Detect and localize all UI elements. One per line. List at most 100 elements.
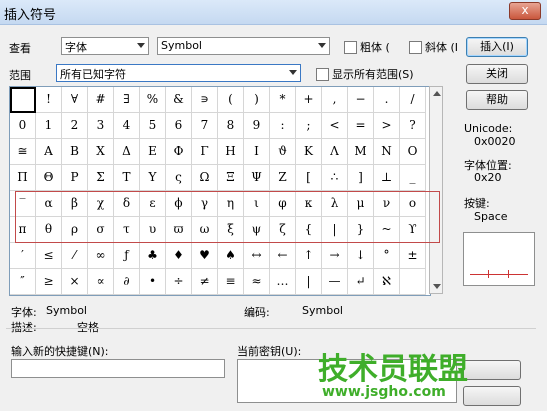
symbol-cell[interactable]: α bbox=[36, 191, 62, 217]
symbol-cell[interactable]: ι bbox=[244, 191, 270, 217]
symbol-cell[interactable]: ⁄ bbox=[62, 243, 88, 269]
symbol-cell[interactable]: Ν bbox=[374, 139, 400, 165]
symbol-cell[interactable]: ρ bbox=[62, 217, 88, 243]
symbol-cell[interactable]: ς bbox=[166, 165, 192, 191]
symbol-cell[interactable]: ± bbox=[400, 243, 426, 269]
symbol-cell[interactable]: 3 bbox=[88, 113, 114, 139]
symbol-cell[interactable]: Σ bbox=[88, 165, 114, 191]
symbol-cell[interactable]: Ο bbox=[400, 139, 426, 165]
symbol-cell[interactable]: χ bbox=[88, 191, 114, 217]
symbol-cell[interactable]: 5 bbox=[140, 113, 166, 139]
symbol-cell[interactable]: δ bbox=[114, 191, 140, 217]
symbol-cell[interactable]: ≡ bbox=[218, 269, 244, 295]
symbol-cell[interactable]: ) bbox=[244, 87, 270, 113]
symbol-cell[interactable]: φ bbox=[270, 191, 296, 217]
symbol-cell[interactable]: × bbox=[62, 269, 88, 295]
symbol-cell[interactable]: Χ bbox=[88, 139, 114, 165]
symbol-cell[interactable]: | bbox=[296, 269, 322, 295]
symbol-cell[interactable]: Δ bbox=[114, 139, 140, 165]
symbol-cell[interactable]: ∝ bbox=[88, 269, 114, 295]
symbol-cell[interactable]: & bbox=[166, 87, 192, 113]
symbol-cell[interactable]: 7 bbox=[192, 113, 218, 139]
symbol-cell[interactable]: = bbox=[348, 113, 374, 139]
symbol-cell[interactable]: * bbox=[270, 87, 296, 113]
symbol-cell[interactable]: ≠ bbox=[192, 269, 218, 295]
symbol-grid[interactable]: ! ∀ # ∃% & ∍() * +, −./0 1 2 3 4 5 6 7 8 9:; < = >? ≅ Α Β Χ Δ Ε Φ Γ Η… bbox=[9, 86, 431, 296]
new-shortcut-input[interactable] bbox=[11, 359, 225, 378]
symbol-cell[interactable]: ζ bbox=[270, 217, 296, 243]
symbol-cell[interactable]: : bbox=[270, 113, 296, 139]
symbol-cell[interactable]: ∃ bbox=[114, 87, 140, 113]
symbol-cell[interactable]: ↑ bbox=[296, 243, 322, 269]
symbol-cell[interactable]: θ bbox=[36, 217, 62, 243]
symbol-cell[interactable]: ∂ bbox=[114, 269, 140, 295]
symbol-cell[interactable]: ] bbox=[348, 165, 374, 191]
symbol-cell[interactable]: Π bbox=[10, 165, 36, 191]
symbol-cell[interactable]: [ bbox=[296, 165, 322, 191]
symbol-cell[interactable]: ∞ bbox=[88, 243, 114, 269]
symbol-cell[interactable]: … bbox=[270, 269, 296, 295]
font-name-select[interactable]: Symbol bbox=[157, 37, 330, 55]
symbol-cell[interactable]: ≈ bbox=[244, 269, 270, 295]
symbol-cell[interactable]: 2 bbox=[62, 113, 88, 139]
symbol-cell[interactable]: . bbox=[374, 87, 400, 113]
symbol-cell[interactable]: 6 bbox=[166, 113, 192, 139]
grid-scrollbar[interactable] bbox=[429, 86, 443, 294]
symbol-cell[interactable]: Τ bbox=[114, 165, 140, 191]
symbol-cell[interactable]: ƒ bbox=[114, 243, 140, 269]
symbol-cell[interactable]: ~ bbox=[374, 217, 400, 243]
symbol-cell[interactable] bbox=[400, 269, 426, 295]
symbol-cell[interactable]: κ bbox=[296, 191, 322, 217]
range-select[interactable]: 所有已知字符 bbox=[56, 64, 301, 82]
symbol-cell[interactable]: ! bbox=[36, 87, 62, 113]
symbol-cell[interactable]: Ι bbox=[244, 139, 270, 165]
symbol-cell[interactable]: → bbox=[322, 243, 348, 269]
symbol-cell[interactable]: { bbox=[296, 217, 322, 243]
symbol-cell[interactable]: # bbox=[88, 87, 114, 113]
symbol-cell[interactable]: } bbox=[348, 217, 374, 243]
symbol-cell[interactable]: ‾ bbox=[10, 191, 36, 217]
symbol-cell[interactable]: ω bbox=[192, 217, 218, 243]
symbol-cell[interactable]: ξ bbox=[218, 217, 244, 243]
symbol-cell[interactable]: ≅ bbox=[10, 139, 36, 165]
scroll-up-icon[interactable] bbox=[433, 91, 441, 96]
symbol-cell[interactable]: ∀ bbox=[62, 87, 88, 113]
assign-button[interactable] bbox=[463, 360, 521, 380]
symbol-cell[interactable]: > bbox=[374, 113, 400, 139]
symbol-cell[interactable]: ε bbox=[140, 191, 166, 217]
symbol-cell[interactable]: / bbox=[400, 87, 426, 113]
symbol-cell[interactable]: • bbox=[140, 269, 166, 295]
symbol-cell[interactable]: < bbox=[322, 113, 348, 139]
symbol-cell[interactable]: Ω bbox=[192, 165, 218, 191]
symbol-cell[interactable]: Θ bbox=[36, 165, 62, 191]
symbol-cell[interactable]: ♠ bbox=[218, 243, 244, 269]
symbol-cell[interactable]: % bbox=[140, 87, 166, 113]
symbol-cell[interactable]: Β bbox=[62, 139, 88, 165]
font-type-select[interactable]: 字体 bbox=[61, 37, 149, 55]
checkbox-box[interactable] bbox=[344, 40, 357, 54]
help-button[interactable]: 帮助 bbox=[466, 90, 528, 110]
symbol-cell[interactable]: Ξ bbox=[218, 165, 244, 191]
show-all-ranges-checkbox[interactable]: 显示所有范围(S) bbox=[316, 66, 414, 82]
symbol-cell[interactable]: 0 bbox=[10, 113, 36, 139]
close-button[interactable]: 关闭 bbox=[466, 64, 528, 84]
symbol-cell[interactable]: ≥ bbox=[36, 269, 62, 295]
symbol-cell[interactable] bbox=[10, 87, 36, 113]
checkbox-box[interactable] bbox=[409, 40, 422, 54]
symbol-cell[interactable]: γ bbox=[192, 191, 218, 217]
symbol-cell[interactable]: β bbox=[62, 191, 88, 217]
symbol-cell[interactable]: 1 bbox=[36, 113, 62, 139]
symbol-cell[interactable]: 4 bbox=[114, 113, 140, 139]
symbol-cell[interactable]: | bbox=[322, 217, 348, 243]
symbol-cell[interactable]: ν bbox=[374, 191, 400, 217]
symbol-cell[interactable]: μ bbox=[348, 191, 374, 217]
symbol-cell[interactable]: ♥ bbox=[192, 243, 218, 269]
symbol-cell[interactable]: ↓ bbox=[348, 243, 374, 269]
symbol-cell[interactable]: ↵ bbox=[348, 269, 374, 295]
symbol-cell[interactable]: σ bbox=[88, 217, 114, 243]
symbol-cell[interactable]: — bbox=[322, 269, 348, 295]
bold-checkbox[interactable]: 粗体 ( bbox=[344, 39, 390, 55]
symbol-cell[interactable]: − bbox=[348, 87, 374, 113]
symbol-cell[interactable]: Ψ bbox=[244, 165, 270, 191]
remove-button[interactable] bbox=[463, 386, 521, 406]
